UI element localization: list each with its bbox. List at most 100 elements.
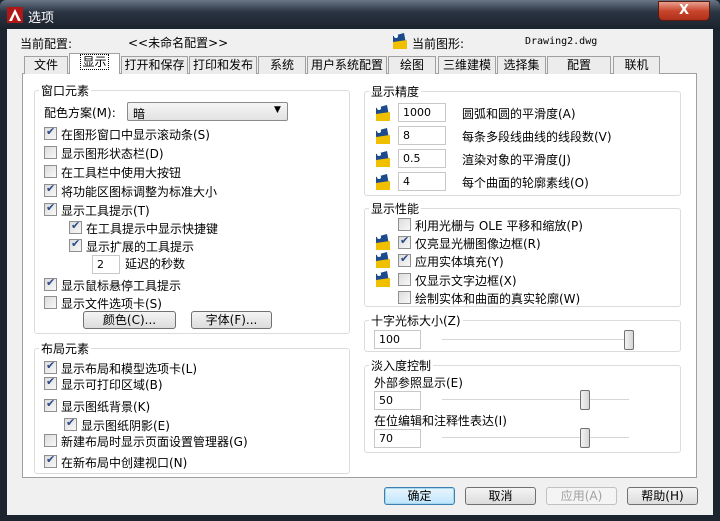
- checkbox[interactable]: [44, 375, 57, 390]
- checkbox-option[interactable]: 显示图纸背景(K): [44, 397, 324, 414]
- color-scheme-label: 配色方案(M):: [44, 106, 116, 120]
- checkbox-option[interactable]: 新建布局时显示页面设置管理器(G): [44, 434, 324, 449]
- checkbox-option[interactable]: 显示鼠标悬停工具提示: [44, 276, 324, 293]
- inplace-edit-input[interactable]: 70: [374, 429, 421, 448]
- tab-9[interactable]: 配置: [547, 56, 611, 74]
- resolution-input[interactable]: 4: [398, 172, 446, 191]
- xref-display-input[interactable]: 50: [374, 391, 421, 410]
- tooltip-delay-input[interactable]: 2: [92, 255, 120, 274]
- checkbox[interactable]: [44, 201, 57, 216]
- tab-2[interactable]: 打开和保存: [121, 56, 188, 74]
- checkbox-option[interactable]: 仅显示文字边框(X): [398, 273, 678, 288]
- tab-0[interactable]: 文件: [24, 56, 68, 74]
- display-resolution-title: 显示精度: [369, 83, 422, 100]
- checkbox-label: 在图形窗口中显示滚动条(S): [61, 128, 210, 142]
- checkbox[interactable]: [44, 434, 57, 447]
- checkbox-label: 在新布局中创建视口(N): [61, 456, 188, 470]
- checkbox[interactable]: [398, 234, 411, 249]
- color-scheme-value: 暗: [133, 107, 146, 121]
- drawing-property-icon: [375, 150, 391, 168]
- crosshair-slider-track[interactable]: [442, 339, 629, 341]
- checkbox-option[interactable]: 在图形窗口中显示滚动条(S): [44, 125, 324, 142]
- drawing-property-icon: [375, 173, 391, 191]
- checkbox-option[interactable]: 将功能区图标调整为标准大小: [44, 182, 324, 199]
- checkbox-label: 显示图纸背景(K): [61, 400, 151, 414]
- checkbox-label: 应用实体填充(Y): [415, 255, 504, 269]
- close-button[interactable]: X: [658, 1, 710, 21]
- checkbox[interactable]: [64, 416, 77, 431]
- fonts-button[interactable]: 字体(F)...: [191, 311, 272, 329]
- drawing-property-icon: [375, 127, 391, 145]
- color-scheme-select[interactable]: 暗 ▼: [127, 102, 288, 121]
- display-performance-title: 显示性能: [369, 200, 422, 217]
- current-profile-value: <<未命名配置>>: [128, 36, 229, 50]
- checkbox-label: 显示图形状态栏(D): [61, 147, 164, 161]
- checkbox-option[interactable]: 利用光栅与 OLE 平移和缩放(P): [398, 218, 678, 233]
- checkbox-option[interactable]: 显示工具提示(T): [44, 201, 324, 218]
- xref-slider-thumb[interactable]: [580, 390, 591, 410]
- apply-button[interactable]: 应用(A): [546, 487, 617, 505]
- checkbox[interactable]: [44, 182, 57, 197]
- crosshair-slider-thumb[interactable]: [624, 330, 634, 350]
- resolution-input[interactable]: 8: [398, 126, 446, 145]
- resolution-label: 每条多段线曲线的线段数(V): [462, 130, 612, 144]
- xref-slider-track[interactable]: [442, 399, 629, 401]
- tab-label: 用户系统配置: [310, 58, 383, 72]
- checkbox[interactable]: [69, 219, 82, 234]
- tab-8[interactable]: 选择集: [497, 56, 546, 74]
- checkbox[interactable]: [44, 397, 57, 412]
- tab-1[interactable]: 显示: [69, 53, 120, 74]
- checkbox-label: 显示可打印区域(B): [61, 378, 163, 392]
- crosshair-size-input[interactable]: 100: [374, 330, 421, 349]
- checkbox-option[interactable]: 显示文件选项卡(S): [44, 296, 324, 311]
- checkbox-label: 绘制实体和曲面的真实轮廓(W): [415, 292, 581, 306]
- checkbox-option[interactable]: 绘制实体和曲面的真实轮廓(W): [398, 291, 678, 306]
- tab-6[interactable]: 绘图: [388, 56, 436, 74]
- checkbox[interactable]: [44, 359, 57, 374]
- checkbox-label: 在工具提示中显示快捷键: [86, 222, 219, 236]
- checkbox[interactable]: [44, 296, 57, 309]
- checkbox[interactable]: [398, 291, 411, 304]
- resolution-label: 圆弧和圆的平滑度(A): [462, 107, 576, 121]
- resolution-input[interactable]: 0.5: [398, 149, 446, 168]
- checkbox[interactable]: [69, 237, 82, 252]
- cancel-button[interactable]: 取消: [465, 487, 536, 505]
- resolution-input[interactable]: 1000: [398, 103, 446, 122]
- checkbox[interactable]: [398, 218, 411, 231]
- checkbox-option[interactable]: 显示可打印区域(B): [44, 375, 324, 392]
- tab-label: 打印和发布: [192, 58, 253, 72]
- tab-label: 三维建模: [442, 58, 491, 72]
- tab-7[interactable]: 三维建模: [438, 56, 496, 74]
- tab-label: 打开和保存: [124, 58, 185, 72]
- checkbox[interactable]: [44, 125, 57, 140]
- inplace-slider-track[interactable]: [442, 437, 629, 439]
- tab-label: 系统: [269, 58, 294, 72]
- checkbox[interactable]: [44, 146, 57, 159]
- help-button[interactable]: 帮助(H): [627, 487, 698, 505]
- checkbox-option[interactable]: 应用实体填充(Y): [398, 252, 678, 269]
- autocad-logo-icon: [7, 7, 23, 23]
- xref-display-label: 外部参照显示(E): [374, 376, 463, 390]
- checkbox-option[interactable]: 在新布局中创建视口(N): [44, 453, 324, 470]
- checkbox-option[interactable]: 显示图纸阴影(E): [64, 416, 344, 433]
- tab-10[interactable]: 联机: [613, 56, 660, 74]
- colors-button[interactable]: 颜色(C)...: [83, 311, 176, 329]
- checkbox-option[interactable]: 在工具提示中显示快捷键: [69, 219, 349, 236]
- checkbox[interactable]: [44, 453, 57, 468]
- checkbox[interactable]: [44, 276, 57, 291]
- checkbox-option[interactable]: 在工具栏中使用大按钮: [44, 165, 324, 180]
- checkbox[interactable]: [44, 165, 57, 178]
- tab-4[interactable]: 系统: [258, 56, 306, 74]
- tab-3[interactable]: 打印和发布: [189, 56, 257, 74]
- checkbox-option[interactable]: 显示扩展的工具提示: [69, 237, 349, 254]
- checkbox-option[interactable]: 显示布局和模型选项卡(L): [44, 359, 324, 376]
- tab-5[interactable]: 用户系统配置: [307, 56, 387, 74]
- checkbox-option[interactable]: 仅亮显光栅图像边框(R): [398, 234, 678, 251]
- checkbox[interactable]: [398, 252, 411, 267]
- checkbox-option[interactable]: 显示图形状态栏(D): [44, 146, 324, 161]
- current-drawing-value: Drawing2.dwg: [525, 36, 598, 47]
- window-title: 选项: [28, 11, 55, 26]
- ok-button[interactable]: 确定: [384, 487, 455, 505]
- checkbox[interactable]: [398, 273, 411, 286]
- inplace-slider-thumb[interactable]: [580, 428, 591, 448]
